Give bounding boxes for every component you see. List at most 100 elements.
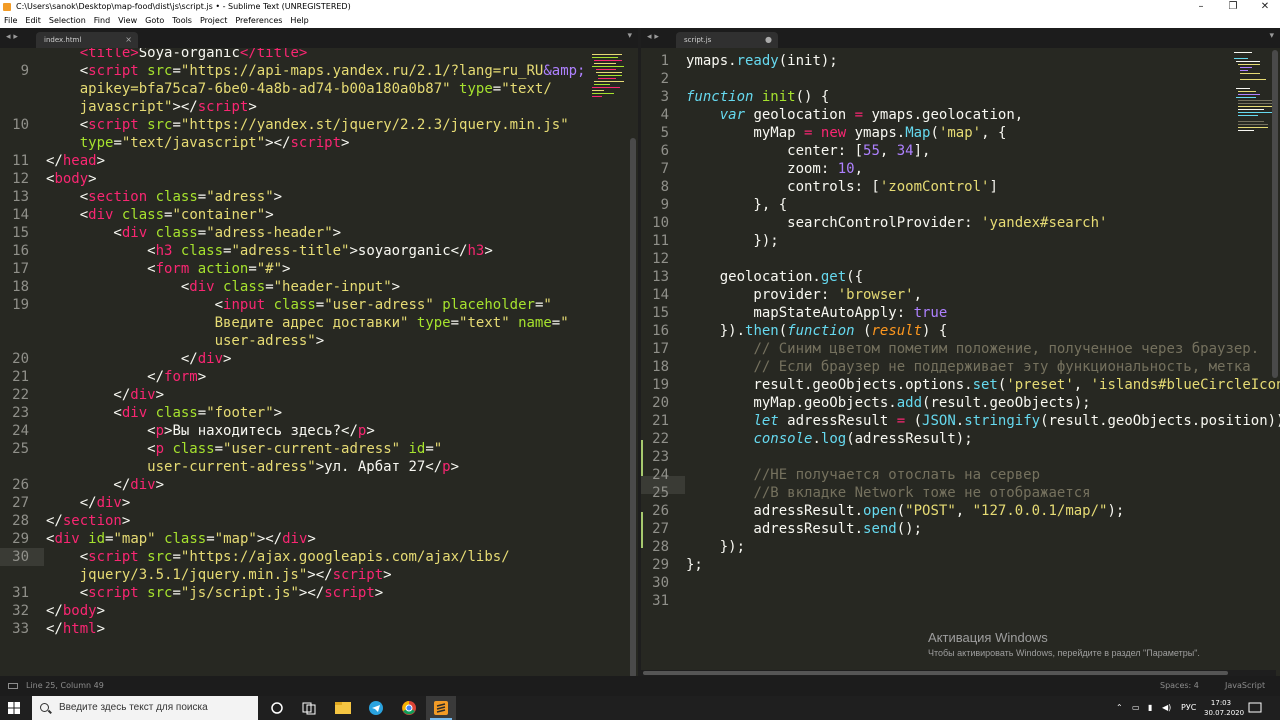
code-line[interactable]: 11 }); [641,232,1280,250]
right-tab-dropdown-icon[interactable]: ▾ [1269,31,1274,41]
code-text[interactable]: user-adress"> [46,332,325,350]
code-line[interactable]: 27 </div> [0,494,638,512]
code-text[interactable]: // Если браузер не поддерживает эту функ… [686,358,1250,376]
code-text[interactable]: jquery/3.5.1/jquery.min.js"></script> [46,566,392,584]
scrollbar-thumb[interactable] [643,671,1228,675]
code-line[interactable]: user-current-adress">ул. Арбат 27</p> [0,458,638,476]
menu-view[interactable]: View [114,14,141,28]
tab-modified-icon[interactable]: ● [765,32,772,48]
menu-preferences[interactable]: Preferences [231,14,286,28]
code-text[interactable]: }); [686,538,745,556]
code-line[interactable]: 14 provider: 'browser', [641,286,1280,304]
task-view-icon[interactable] [294,696,324,720]
code-text[interactable]: function init() { [686,88,829,106]
code-line[interactable]: 9 }, { [641,196,1280,214]
code-line[interactable]: 20 myMap.geoObjects.add(result.geoObject… [641,394,1280,412]
code-line[interactable]: 22 console.log(adressResult); [641,430,1280,448]
code-line[interactable]: 17 <form action="#"> [0,260,638,278]
volume-icon[interactable]: ◀) [1162,696,1171,720]
cortana-icon[interactable] [262,696,292,720]
code-text[interactable]: Введите адрес доставки" type="text" name… [46,314,569,332]
code-line[interactable]: 16 <h3 class="adress-title">soyaorganic<… [0,242,638,260]
code-line[interactable]: 15 mapStateAutoApply: true [641,304,1280,322]
code-text[interactable]: </div> [46,350,232,368]
network-icon[interactable]: ▭ [1132,696,1140,720]
code-text[interactable]: apikey=bfa75ca7-6be0-4a8b-ad74-b00a180a0… [46,80,552,98]
code-line[interactable]: 12 <body> [0,170,638,188]
code-text[interactable]: <section class="adress"> [46,188,282,206]
menu-project[interactable]: Project [196,14,231,28]
menu-find[interactable]: Find [90,14,114,28]
battery-icon[interactable]: ▮ [1148,696,1152,720]
code-text[interactable]: <div class="footer"> [46,404,282,422]
menu-edit[interactable]: Edit [21,14,45,28]
code-text[interactable]: var geolocation = ymaps.geolocation, [686,106,1023,124]
code-text[interactable]: <div class="header-input"> [46,278,400,296]
code-line[interactable]: 31 [641,592,1280,610]
menu-selection[interactable]: Selection [45,14,90,28]
code-text[interactable]: //НЕ получается отослать на сервер [686,466,1040,484]
code-text[interactable]: </section> [46,512,130,530]
code-line[interactable]: type="text/javascript"></script> [0,134,638,152]
indentation-setting[interactable]: Spaces: 4 [1160,676,1199,696]
code-line[interactable]: 14 <div class="container"> [0,206,638,224]
code-text[interactable]: geolocation.get({ [686,268,863,286]
code-line[interactable]: 33 </html> [0,620,638,638]
right-tab-nav-arrows[interactable]: ◂ ▸ [647,32,659,42]
sublime-text-taskbar-icon[interactable] [426,696,456,720]
left-tab-dropdown-icon[interactable]: ▾ [627,31,632,41]
code-line[interactable]: 13 <section class="adress"> [0,188,638,206]
code-line[interactable]: 30 [641,574,1280,592]
code-text[interactable]: </body> [46,602,105,620]
code-text[interactable]: let adressResult = (JSON.stringify(resul… [686,412,1280,430]
file-explorer-icon[interactable] [328,696,358,720]
code-text[interactable]: zoom: 10, [686,160,863,178]
code-text[interactable]: adressResult.send(); [686,520,922,538]
code-line[interactable]: 18 <div class="header-input"> [0,278,638,296]
code-text[interactable]: </form> [46,368,206,386]
code-text[interactable]: </div> [46,386,164,404]
menu-tools[interactable]: Tools [168,14,196,28]
code-text[interactable]: controls: ['zoomControl'] [686,178,998,196]
code-line[interactable]: 10 <script src="https://yandex.st/jquery… [0,116,638,134]
code-text[interactable]: result.geoObjects.options.set('preset', … [686,376,1280,394]
code-line[interactable]: 19 result.geoObjects.options.set('preset… [641,376,1280,394]
code-line[interactable]: 11 </head> [0,152,638,170]
code-line[interactable]: 28 </section> [0,512,638,530]
right-editor-pane[interactable]: Активация Windows Чтобы активировать Win… [641,48,1280,676]
code-line[interactable]: javascript"></script> [0,98,638,116]
code-line[interactable]: 17 // Синим цветом пометим положение, по… [641,340,1280,358]
code-text[interactable]: }, { [686,196,787,214]
code-line[interactable]: 29 <div id="map" class="map"></div> [0,530,638,548]
code-line[interactable]: 7 zoom: 10, [641,160,1280,178]
panel-toggle-icon[interactable] [8,683,18,689]
code-line[interactable]: 29}; [641,556,1280,574]
code-text[interactable]: searchControlProvider: 'yandex#search' [686,214,1107,232]
code-text[interactable]: <p class="user-current-adress" id=" [46,440,442,458]
code-line[interactable]: Введите адрес доставки" type="text" name… [0,314,638,332]
code-line[interactable]: 13 geolocation.get({ [641,268,1280,286]
code-text[interactable]: // Синим цветом пометим положение, получ… [686,340,1259,358]
code-text[interactable]: javascript"></script> [46,98,257,116]
menu-goto[interactable]: Goto [141,14,168,28]
code-text[interactable]: center: [55, 34], [686,142,930,160]
code-text[interactable]: <h3 class="adress-title">soyaorganic</h3… [46,242,493,260]
taskbar-search-box[interactable]: Введите здесь текст для поиска [32,696,258,720]
code-text[interactable]: </div> [46,476,164,494]
code-text[interactable]: </html> [46,620,105,638]
code-line[interactable]: 3 function init() { [641,88,1280,106]
code-line[interactable]: user-adress"> [0,332,638,350]
code-text[interactable]: }; [686,556,703,574]
code-line[interactable]: 25 <p class="user-current-adress" id=" [0,440,638,458]
code-text[interactable]: </head> [46,152,105,170]
code-text[interactable]: <div id="map" class="map"></div> [46,530,316,548]
code-text[interactable]: <script src="https://api-maps.yandex.ru/… [46,62,586,80]
tab-index-html[interactable]: index.html × [36,32,138,48]
code-text[interactable]: <script src="js/script.js"></script> [46,584,384,602]
code-line[interactable]: 21 let adressResult = (JSON.stringify(re… [641,412,1280,430]
code-line[interactable]: 2 [641,70,1280,88]
code-line[interactable]: 32 </body> [0,602,638,620]
code-line[interactable]: jquery/3.5.1/jquery.min.js"></script> [0,566,638,584]
code-line[interactable]: 26 </div> [0,476,638,494]
code-text[interactable]: ymaps.ready(init); [686,52,838,70]
